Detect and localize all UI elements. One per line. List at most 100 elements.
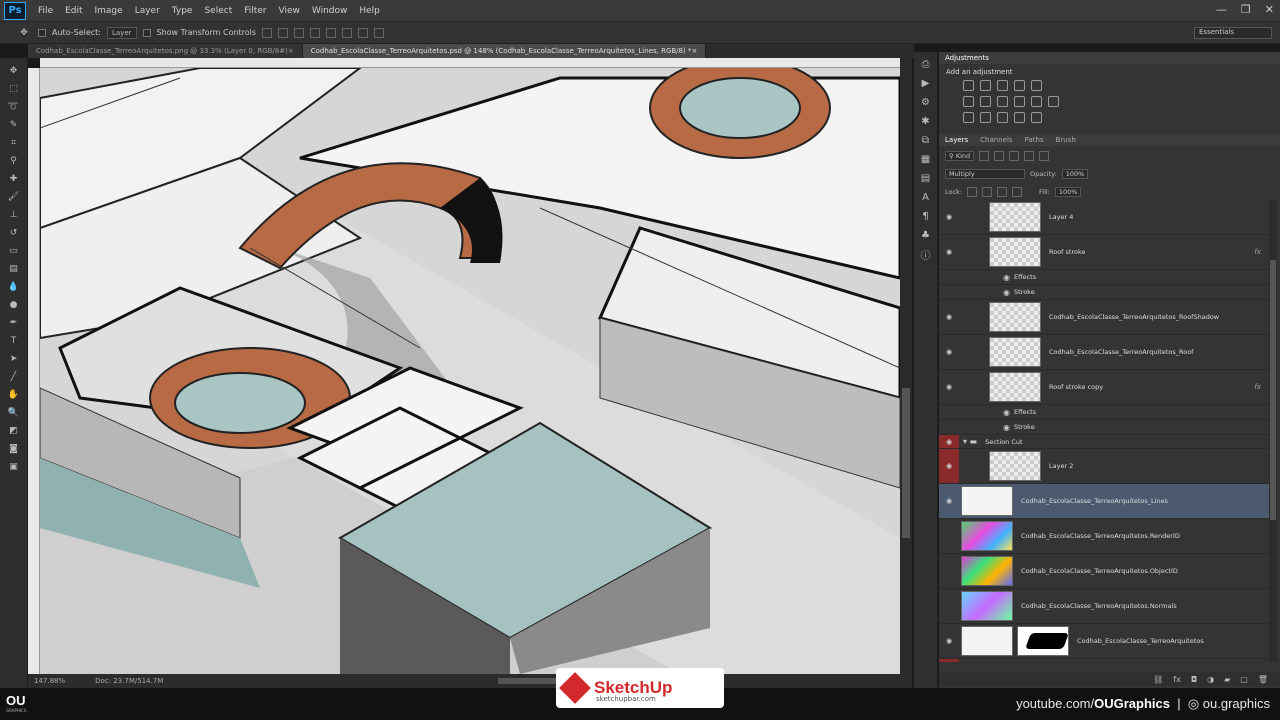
brush-presets-icon[interactable]: ✱ <box>919 115 933 127</box>
blend-mode-dropdown[interactable]: Multiply <box>945 169 1025 179</box>
gradient-map-icon[interactable] <box>1014 112 1025 123</box>
filter-pixel-icon[interactable] <box>979 151 990 161</box>
layer-style-icon[interactable]: fx <box>1173 675 1181 684</box>
path-select-icon[interactable]: ➤ <box>6 352 22 365</box>
lock-position-icon[interactable] <box>997 187 1008 197</box>
filter-shape-icon[interactable] <box>1024 151 1035 161</box>
menu-item-view[interactable]: View <box>273 6 306 16</box>
zoom-icon[interactable]: 🔍 <box>6 406 22 419</box>
layer-group-row[interactable]: ◉ ▾ ▬ Section Cut <box>939 435 1269 449</box>
actions-icon[interactable]: ▶ <box>919 77 933 89</box>
eye-icon[interactable]: ◉ <box>939 497 959 505</box>
marquee-icon[interactable]: ⬚ <box>6 82 22 95</box>
adjustment-layer-icon[interactable]: ◑ <box>1207 675 1214 684</box>
eye-icon[interactable]: ◉ <box>939 213 959 221</box>
effect-visibility-icon[interactable]: ◉ <box>1003 288 1010 297</box>
filter-adjustment-icon[interactable] <box>994 151 1005 161</box>
layer-fx-icon[interactable]: fx <box>1254 248 1261 256</box>
minimize-icon[interactable]: — <box>1216 3 1227 16</box>
document-tab[interactable]: Codhab_EscolaClasse_TerreoArquitetos.psd… <box>302 44 707 58</box>
blur-icon[interactable]: 💧 <box>6 280 22 293</box>
eyedropper-icon[interactable]: ⚲ <box>6 154 22 167</box>
layer-row[interactable]: Codhab_EscolaClasse_TerreoArquitetos.Obj… <box>939 554 1269 589</box>
eye-icon[interactable]: ◉ <box>939 248 959 256</box>
type-icon[interactable]: T <box>6 334 22 347</box>
layer-fx-icon[interactable]: fx <box>1254 383 1261 391</box>
clone-source-icon[interactable]: ⧉ <box>919 134 933 146</box>
channel-mixer-icon[interactable] <box>1031 96 1042 107</box>
color-balance-icon[interactable] <box>980 96 991 107</box>
kind-filter-dropdown[interactable]: ⚲ Kind <box>945 151 975 161</box>
document-canvas[interactable] <box>40 68 900 674</box>
layer-row[interactable]: Codhab_EscolaClasse_TerreoArquitetos.Nor… <box>939 589 1269 624</box>
layer-mask-thumbnail[interactable] <box>1017 626 1069 656</box>
curves-icon[interactable] <box>997 80 1008 91</box>
filter-smart-icon[interactable] <box>1039 151 1050 161</box>
effect-visibility-icon[interactable]: ◉ <box>1003 423 1010 432</box>
eraser-icon[interactable]: ▭ <box>6 244 22 257</box>
3d-mode-icon[interactable] <box>374 27 385 38</box>
close-tab-icon[interactable]: × <box>691 47 697 55</box>
eye-icon[interactable]: ◉ <box>939 435 959 448</box>
menu-item-help[interactable]: Help <box>353 6 386 16</box>
layer-row[interactable]: ◉ Layer 4 <box>939 200 1269 235</box>
layer-row[interactable]: ◉ Codhab_EscolaClasse_TerreoArquitetos <box>939 624 1269 659</box>
menu-item-window[interactable]: Window <box>306 6 354 16</box>
healing-icon[interactable]: ✚ <box>6 172 22 185</box>
align-right-icon[interactable] <box>342 27 353 38</box>
selective-color-icon[interactable] <box>1031 112 1042 123</box>
layers-scrollbar-thumb[interactable] <box>1270 260 1276 520</box>
layer-row[interactable]: ◉ Codhab_EscolaClasse_TerreoArquitetos_Ro… <box>939 300 1269 335</box>
menu-item-image[interactable]: Image <box>89 6 129 16</box>
info-icon[interactable]: ⓘ <box>919 248 933 262</box>
adjustments-tab[interactable]: Adjustments <box>945 54 989 62</box>
panel-tab-brush[interactable]: Brush <box>1056 136 1076 144</box>
align-center-icon[interactable] <box>326 27 337 38</box>
layer-row[interactable]: ◉ Codhab_EscolaClasse_TerreoArquitetos_Ro… <box>939 335 1269 370</box>
properties-icon[interactable]: ⚙ <box>919 96 933 108</box>
panel-tab-channels[interactable]: Channels <box>980 136 1012 144</box>
panel-tab-layers[interactable]: Layers <box>945 136 968 144</box>
eye-icon[interactable]: ◉ <box>939 313 959 321</box>
layer-row[interactable]: Codhab_EscolaClasse_TerreoArquitetos.Ren… <box>939 519 1269 554</box>
delete-layer-icon[interactable]: 🗑 <box>1258 675 1268 684</box>
layer-row[interactable]: ◉ Layer 2 <box>939 449 1269 484</box>
pen-icon[interactable]: ✒ <box>6 316 22 329</box>
distribute-icon[interactable] <box>358 27 369 38</box>
eye-icon[interactable]: ◉ <box>939 348 959 356</box>
posterize-icon[interactable] <box>980 112 991 123</box>
history-brush-icon[interactable]: ↺ <box>6 226 22 239</box>
menu-item-select[interactable]: Select <box>198 6 238 16</box>
link-layers-icon[interactable]: ⛓ <box>1153 675 1163 684</box>
quick-mask-icon[interactable]: ◙ <box>6 442 22 455</box>
transform-controls-checkbox[interactable] <box>142 28 151 37</box>
eye-icon[interactable]: ◉ <box>939 383 959 391</box>
gradient-icon[interactable]: ▤ <box>6 262 22 275</box>
effect-visibility-icon[interactable]: ◉ <box>1003 273 1010 282</box>
move-icon[interactable]: ✥ <box>6 64 22 77</box>
lock-all-icon[interactable] <box>1012 187 1023 197</box>
line-icon[interactable]: ╱ <box>6 370 22 383</box>
stamp-icon[interactable]: ⊥ <box>6 208 22 221</box>
folder-icon[interactable]: ▾ ▬ <box>963 661 977 662</box>
fill-input[interactable]: 100% <box>1054 187 1082 197</box>
document-tab[interactable]: Codhab_EscolaClasse_TerreoArquitetos.png… <box>28 44 303 58</box>
opacity-input[interactable]: 100% <box>1061 169 1089 179</box>
eye-icon[interactable]: ◉ <box>939 637 959 645</box>
history-icon[interactable]: ⎙ <box>919 58 933 70</box>
new-group-icon[interactable]: ▰ <box>1224 675 1230 684</box>
menu-item-file[interactable]: File <box>32 6 59 16</box>
restore-icon[interactable]: ❐ <box>1241 3 1251 16</box>
layer-effect-row[interactable]: ◉ Effects <box>939 405 1269 420</box>
quick-select-icon[interactable]: ✎ <box>6 118 22 131</box>
hue-saturation-icon[interactable] <box>963 96 974 107</box>
paragraph-icon[interactable]: ¶ <box>919 210 933 222</box>
align-top-icon[interactable] <box>262 27 273 38</box>
close-tab-icon[interactable]: × <box>288 47 294 55</box>
new-layer-icon[interactable]: ▢ <box>1240 675 1248 684</box>
black-white-icon[interactable] <box>997 96 1008 107</box>
layer-effect-row[interactable]: ◉ Effects <box>939 270 1269 285</box>
brush-icon[interactable]: 🖌 <box>6 190 22 203</box>
move-tool-icon[interactable]: ✥ <box>16 26 32 39</box>
eye-icon[interactable]: ◉ <box>939 449 959 483</box>
